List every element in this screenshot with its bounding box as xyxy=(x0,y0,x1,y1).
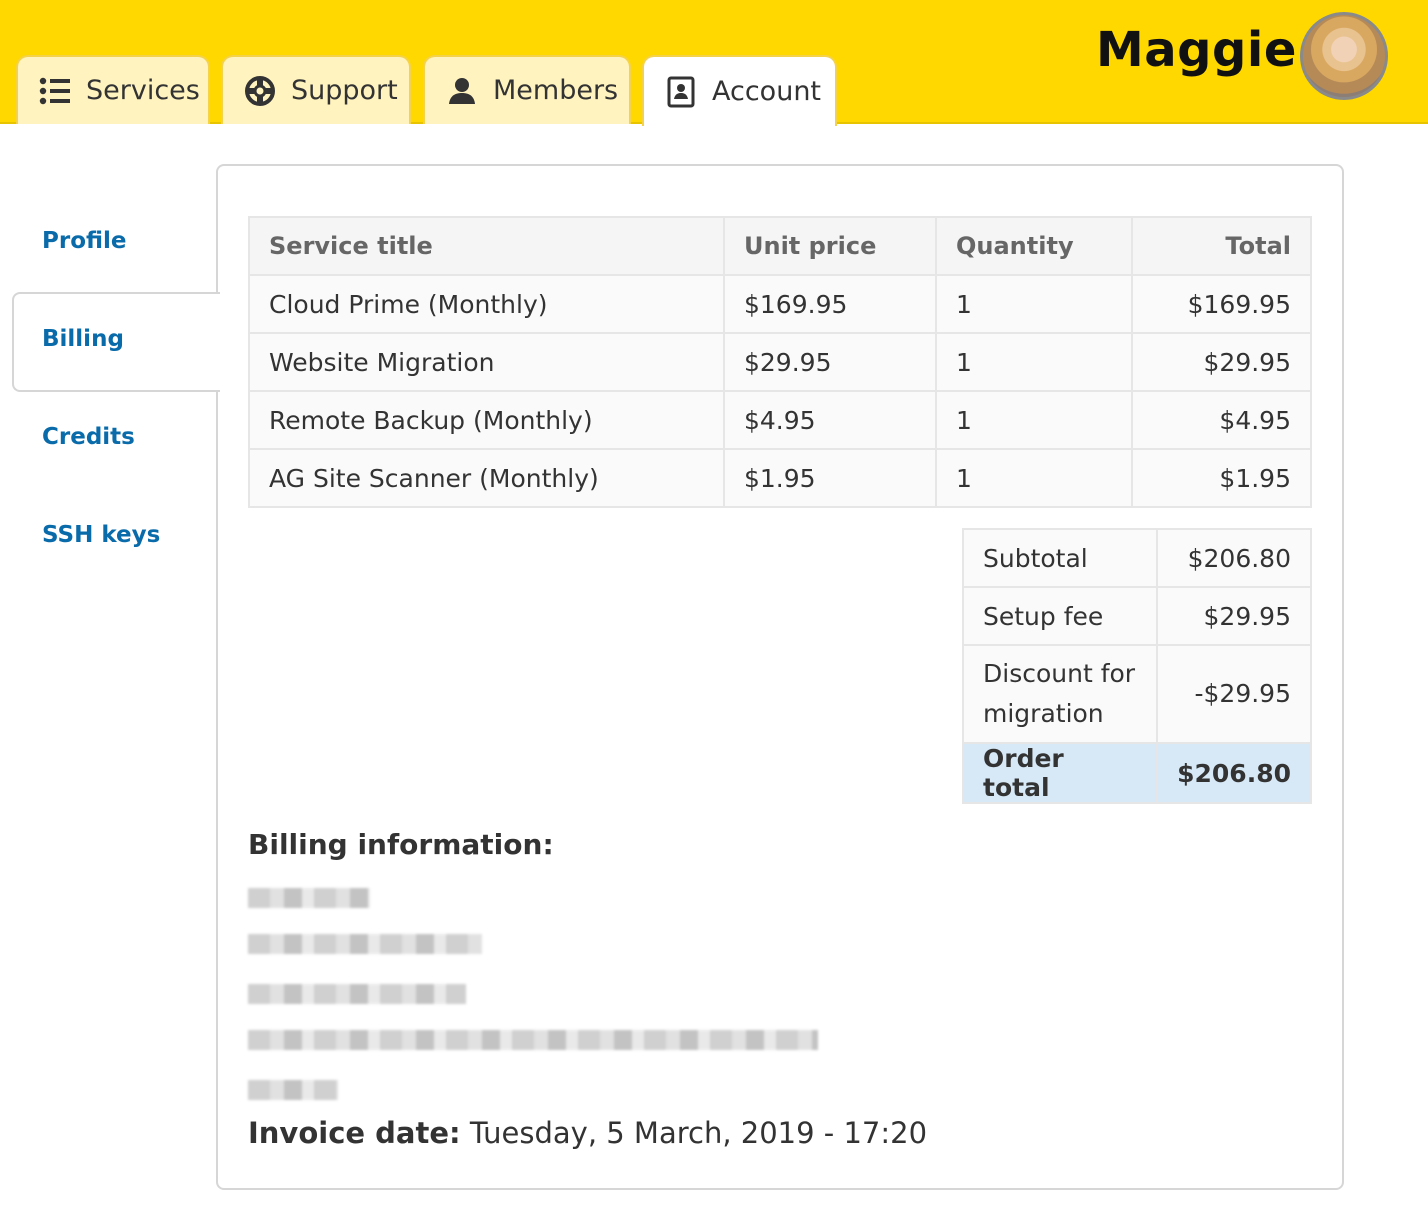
invoice-date: Invoice date: Tuesday, 5 March, 2019 - 1… xyxy=(248,1116,927,1150)
header-unit-price: Unit price xyxy=(723,216,937,276)
unit-price: $4.95 xyxy=(723,390,937,450)
quantity: 1 xyxy=(935,390,1133,450)
unit-price: $29.95 xyxy=(723,332,937,392)
subtotal-row: Subtotal $206.80 xyxy=(961,528,1312,588)
invoice-date-label: Invoice date: xyxy=(248,1116,461,1150)
row-total: $29.95 xyxy=(1131,332,1312,392)
tab-label: Members xyxy=(493,75,619,106)
sidebar-item-profile[interactable]: Profile xyxy=(42,228,127,254)
list-icon xyxy=(38,74,72,108)
table-row: Remote Backup (Monthly) $4.95 1 $4.95 xyxy=(248,390,1312,450)
discount-value: -$29.95 xyxy=(1156,644,1312,744)
tab-members[interactable]: Members xyxy=(423,55,631,124)
quantity: 1 xyxy=(935,448,1133,508)
table-row: AG Site Scanner (Monthly) $1.95 1 $1.95 xyxy=(248,448,1312,508)
redacted-billing-line xyxy=(248,934,482,954)
tab-label: Support xyxy=(291,75,398,106)
service-title: Cloud Prime (Monthly) xyxy=(248,274,725,334)
lifebuoy-icon xyxy=(243,74,277,108)
sidebar-item-billing[interactable]: Billing xyxy=(42,326,124,352)
redacted-billing-line xyxy=(248,984,466,1004)
subtotal-value: $206.80 xyxy=(1156,528,1312,588)
service-title: Remote Backup (Monthly) xyxy=(248,390,725,450)
redacted-billing-line xyxy=(248,888,370,908)
header-service-title: Service title xyxy=(248,216,725,276)
row-total: $4.95 xyxy=(1131,390,1312,450)
header-total: Total xyxy=(1131,216,1312,276)
redacted-billing-line xyxy=(248,1080,338,1100)
setup-fee-value: $29.95 xyxy=(1156,586,1312,646)
table-header-row: Service title Unit price Quantity Total xyxy=(248,216,1312,276)
invoice-date-value: Tuesday, 5 March, 2019 - 17:20 xyxy=(469,1116,928,1150)
tab-label: Account xyxy=(712,76,822,107)
order-total-label: Order total xyxy=(961,742,1159,804)
discount-row: Discount for migration -$29.95 xyxy=(961,644,1312,744)
quantity: 1 xyxy=(935,332,1133,392)
order-total-row: Order total $206.80 xyxy=(961,742,1312,804)
service-title: Website Migration xyxy=(248,332,725,392)
quantity: 1 xyxy=(935,274,1133,334)
unit-price: $169.95 xyxy=(723,274,937,334)
avatar[interactable] xyxy=(1300,12,1388,100)
user-name[interactable]: Maggie xyxy=(1096,22,1297,78)
invoice-items-table: Service title Unit price Quantity Total … xyxy=(248,216,1312,508)
contact-card-icon xyxy=(664,75,698,109)
user-icon xyxy=(445,74,479,108)
redacted-billing-line xyxy=(248,1030,818,1050)
subtotal-label: Subtotal xyxy=(961,528,1159,588)
table-row: Website Migration $29.95 1 $29.95 xyxy=(248,332,1312,392)
tab-account[interactable]: Account xyxy=(642,55,837,126)
unit-price: $1.95 xyxy=(723,448,937,508)
row-total: $169.95 xyxy=(1131,274,1312,334)
billing-info-title: Billing information: xyxy=(248,828,554,861)
top-header: Services Support Members Account Maggie xyxy=(0,0,1428,126)
order-totals-table: Subtotal $206.80 Setup fee $29.95 Discou… xyxy=(961,528,1312,804)
setup-fee-label: Setup fee xyxy=(961,586,1159,646)
order-total-value: $206.80 xyxy=(1156,742,1312,804)
header-quantity: Quantity xyxy=(935,216,1133,276)
tab-label: Services xyxy=(86,75,200,106)
row-total: $1.95 xyxy=(1131,448,1312,508)
setup-fee-row: Setup fee $29.95 xyxy=(961,586,1312,646)
discount-label: Discount for migration xyxy=(961,644,1159,744)
sidebar-item-ssh-keys[interactable]: SSH keys xyxy=(42,522,160,548)
table-row: Cloud Prime (Monthly) $169.95 1 $169.95 xyxy=(248,274,1312,334)
sidebar-item-credits[interactable]: Credits xyxy=(42,424,135,450)
tab-services[interactable]: Services xyxy=(16,55,210,124)
service-title: AG Site Scanner (Monthly) xyxy=(248,448,725,508)
tab-support[interactable]: Support xyxy=(221,55,411,124)
